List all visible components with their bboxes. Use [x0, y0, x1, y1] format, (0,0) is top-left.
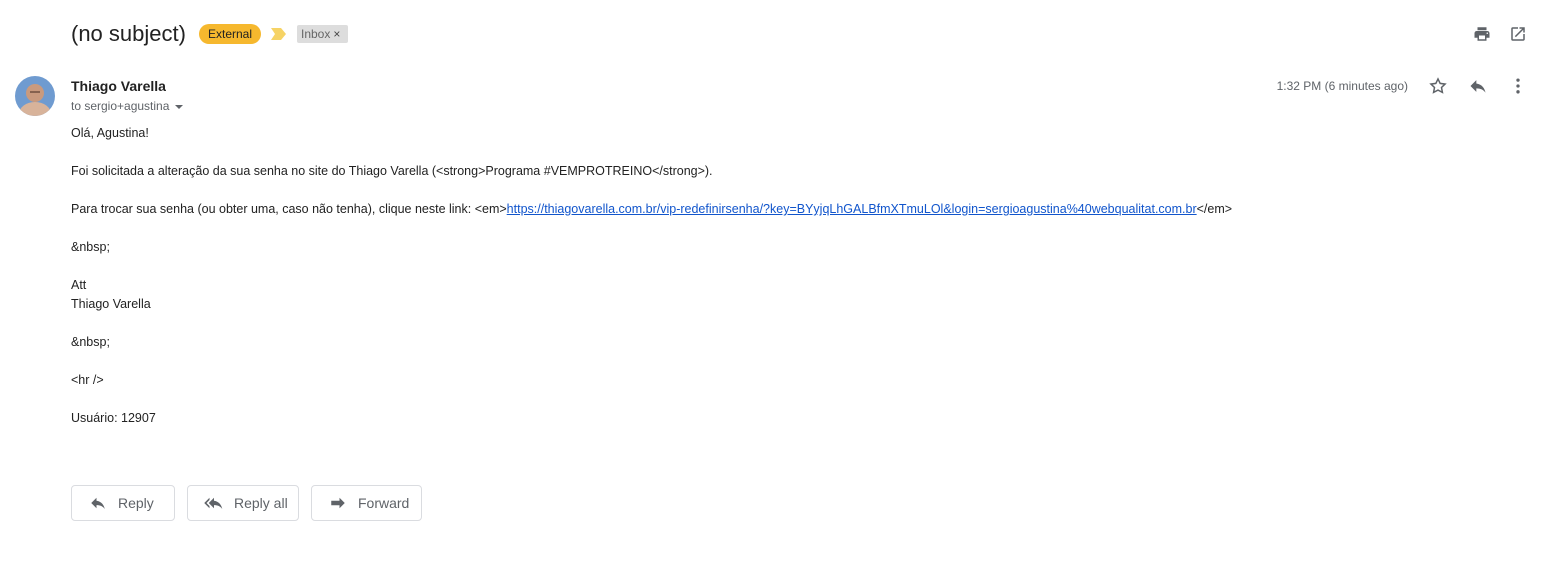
recipient-text: to sergio+agustina: [71, 99, 170, 113]
chevron-down-icon[interactable]: [175, 104, 184, 109]
message-timestamp: 1:32 PM (6 minutes ago): [1276, 79, 1408, 93]
body-greeting: Olá, Agustina!: [71, 126, 149, 140]
sender-name[interactable]: Thiago Varella: [71, 77, 166, 95]
forward-button[interactable]: Forward: [311, 485, 422, 521]
importance-marker-icon[interactable]: [271, 27, 287, 41]
external-badge: External: [199, 24, 261, 44]
body-paragraph-2-suffix: </em>: [1196, 202, 1233, 216]
body-nbsp-1: &nbsp;: [71, 240, 110, 254]
forward-button-label: Forward: [358, 495, 410, 511]
print-icon[interactable]: [1471, 23, 1493, 45]
body-nbsp-2: &nbsp;: [71, 335, 110, 349]
remove-label-icon[interactable]: ×: [333, 27, 340, 41]
more-options-icon[interactable]: [1507, 75, 1529, 97]
reply-all-icon: [204, 493, 224, 513]
body-hr-tag: <hr />: [71, 373, 104, 387]
recipient-details-toggle[interactable]: to sergio+agustina: [71, 98, 184, 114]
reply-all-button-label: Reply all: [234, 495, 288, 511]
reply-icon[interactable]: [1467, 75, 1489, 97]
body-paragraph-1: Foi solicitada a alteração da sua senha …: [71, 164, 713, 178]
reply-button-label: Reply: [118, 495, 154, 511]
body-signature-name: Thiago Varella: [71, 297, 151, 311]
body-signoff: Att: [71, 278, 87, 292]
password-reset-link[interactable]: https://thiagovarella.com.br/vip-redefin…: [507, 202, 1197, 216]
sender-avatar[interactable]: [15, 76, 55, 116]
reply-button[interactable]: Reply: [71, 485, 175, 521]
label-text: Inbox: [301, 27, 331, 41]
star-icon[interactable]: [1427, 75, 1449, 97]
body-paragraph-2-prefix: Para trocar sua senha (ou obter uma, cas…: [71, 202, 507, 216]
open-in-new-window-icon[interactable]: [1507, 23, 1529, 45]
body-paragraph-2: Para trocar sua senha (ou obter uma, cas…: [71, 200, 1232, 218]
forward-icon: [328, 493, 348, 513]
email-subject: (no subject): [71, 21, 186, 46]
label-chip-inbox: Inbox ×: [297, 25, 348, 43]
body-user-id: Usuário: 12907: [71, 411, 156, 425]
reply-icon: [88, 493, 108, 513]
reply-all-button[interactable]: Reply all: [187, 485, 299, 521]
